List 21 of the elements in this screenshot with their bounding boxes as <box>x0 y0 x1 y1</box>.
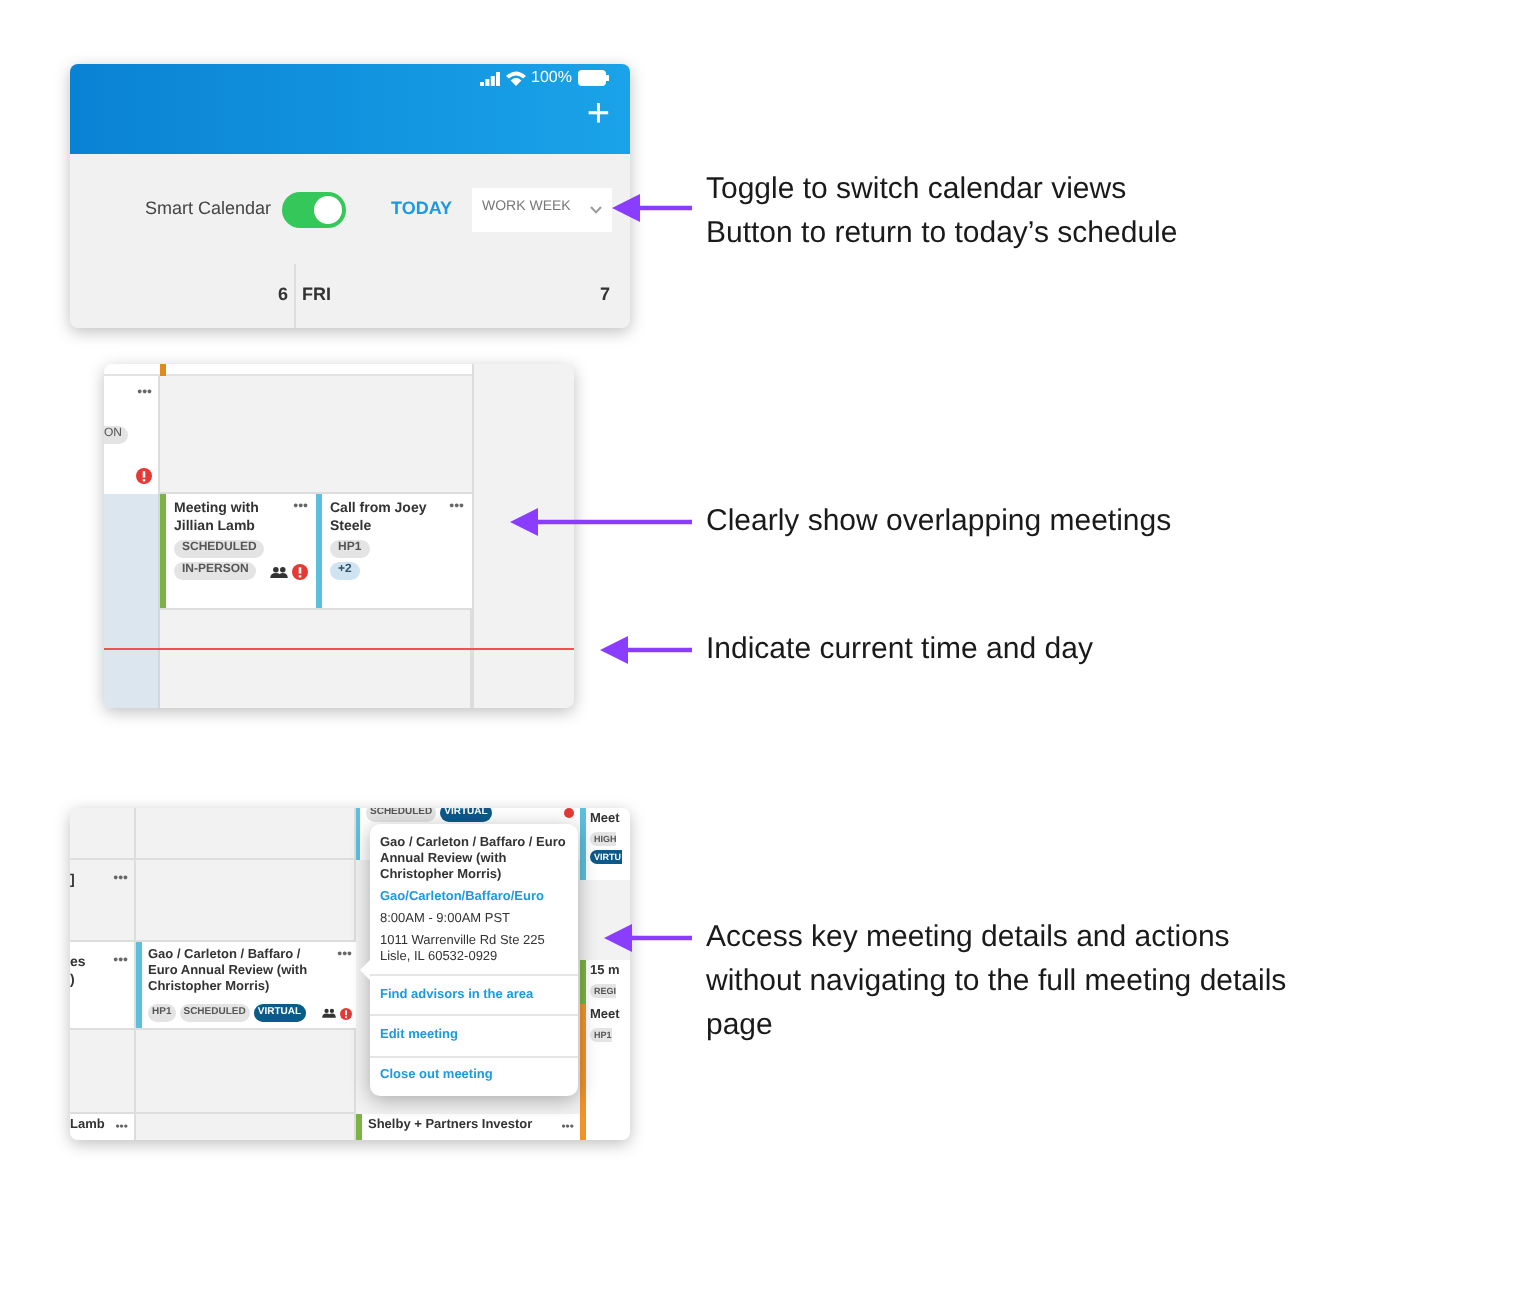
time-slot <box>70 808 136 860</box>
signal-icon <box>479 71 500 85</box>
add-button[interactable]: + <box>586 94 610 134</box>
annotation-text: Access key meeting details and actions without navigating to the full meeting details page <box>706 918 1289 1046</box>
annotation-text: Indicate current time and day <box>706 630 1095 670</box>
event-marker <box>160 364 166 376</box>
toggle-label: Smart Calendar <box>144 195 271 222</box>
smart-calendar-toggle[interactable] <box>282 191 347 227</box>
chevron-down-icon <box>590 205 602 213</box>
arrow <box>600 636 692 664</box>
battery-percentage: 100% <box>531 70 572 86</box>
wifi-icon <box>505 70 526 86</box>
annotation-text: Clearly show overlapping meetings <box>706 502 1172 542</box>
day-name: FRI <box>302 282 331 309</box>
annotation-text: Button to return to today’s schedule <box>706 214 1178 254</box>
arrow <box>612 194 692 222</box>
arrow <box>604 924 692 952</box>
day-number: 7 <box>599 282 610 309</box>
annotation-text: Toggle to switch calendar views <box>706 170 1129 210</box>
day-number: 6 <box>277 282 288 309</box>
battery-icon <box>578 70 610 86</box>
